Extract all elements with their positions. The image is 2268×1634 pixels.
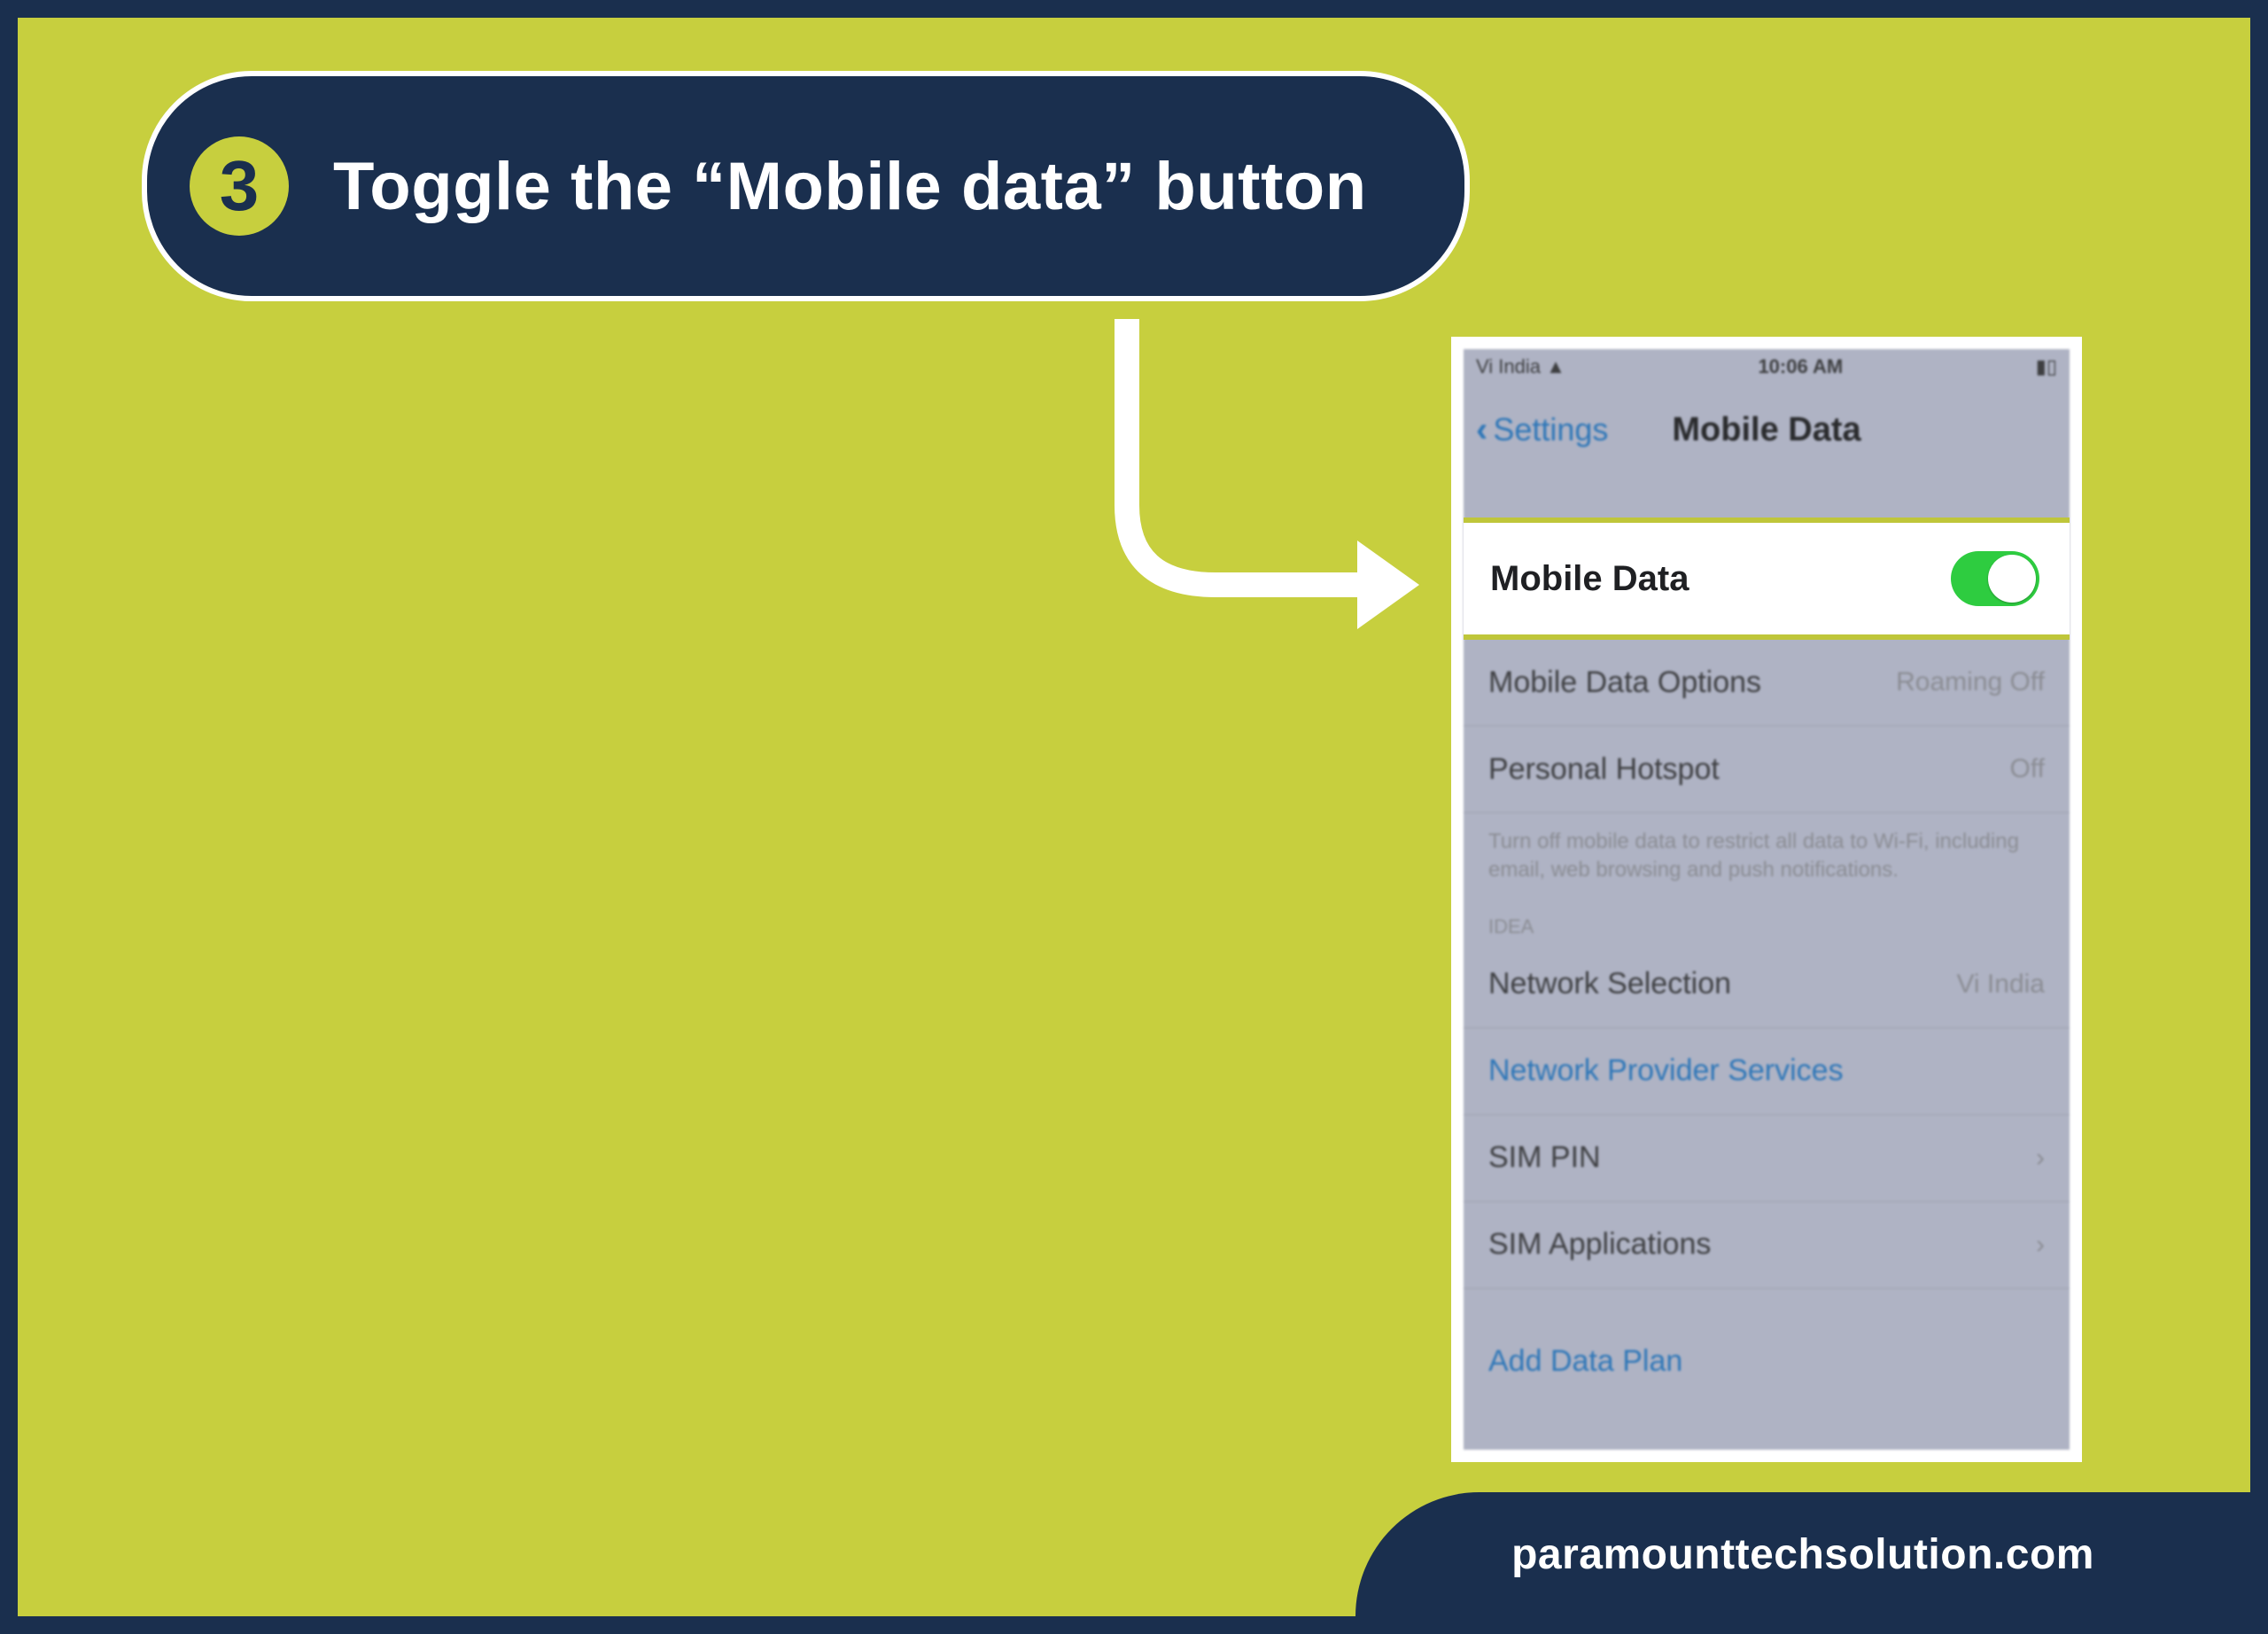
brand-footer: paramounttechsolution.com <box>1355 1492 2250 1616</box>
chevron-right-icon: › <box>2036 1143 2045 1173</box>
cell-value: Off <box>2010 754 2045 784</box>
mobile-data-label: Mobile Data <box>1490 559 1689 599</box>
settings-list: Mobile Data Options Roaming Off Personal… <box>1464 517 2070 1450</box>
clock: 10:06 AM <box>1758 355 1843 378</box>
status-bar: Vi India ▲ 10:06 AM ▮▯ <box>1464 349 2070 385</box>
row-network-selection[interactable]: Network Selection Vi India <box>1464 942 2070 1029</box>
step-header: 3 Toggle the “Mobile data” button <box>142 71 1470 301</box>
row-provider-services[interactable]: Network Provider Services <box>1464 1029 2070 1116</box>
row-mobile-data-toggle[interactable]: Mobile Data <box>1464 517 2070 640</box>
battery-icon: ▮▯ <box>2036 355 2057 378</box>
cell-label: Network Provider Services <box>1488 1054 1844 1088</box>
nav-title: Mobile Data <box>1464 411 2070 449</box>
cell-label: Personal Hotspot <box>1488 752 1720 787</box>
cell-label: Network Selection <box>1488 967 1731 1001</box>
arrow-icon <box>1100 319 1437 647</box>
phone-blurred-bg: Vi India ▲ 10:06 AM ▮▯ ‹ Settings Mobile… <box>1464 349 2070 1450</box>
cell-label: SIM Applications <box>1488 1227 1711 1262</box>
row-sim-applications[interactable]: SIM Applications › <box>1464 1202 2070 1289</box>
cell-label: Mobile Data Options <box>1488 665 1761 700</box>
cell-value: Roaming Off <box>1896 667 2045 697</box>
phone-screenshot: Vi India ▲ 10:06 AM ▮▯ ‹ Settings Mobile… <box>1451 337 2082 1462</box>
row-personal-hotspot[interactable]: Personal Hotspot Off <box>1464 727 2070 813</box>
step-number-badge: 3 <box>190 136 289 236</box>
tutorial-slide: 3 Toggle the “Mobile data” button Vi Ind… <box>0 0 2268 1634</box>
cell-label: SIM PIN <box>1488 1140 1601 1175</box>
row-mobile-data-options[interactable]: Mobile Data Options Roaming Off <box>1464 640 2070 727</box>
brand-url: paramounttechsolution.com <box>1511 1530 2094 1579</box>
toggle-switch[interactable] <box>1951 551 2039 606</box>
step-title: Toggle the “Mobile data” button <box>333 148 1367 225</box>
cell-value: Vi India <box>1956 969 2045 1000</box>
chevron-right-icon: › <box>2036 1230 2045 1260</box>
row-add-data-plan[interactable]: Add Data Plan <box>1464 1325 2070 1398</box>
nav-bar: ‹ Settings Mobile Data <box>1464 386 2070 473</box>
help-note: Turn off mobile data to restrict all dat… <box>1464 813 2070 908</box>
row-sim-pin[interactable]: SIM PIN › <box>1464 1116 2070 1202</box>
carrier-section-label: IDEA <box>1464 908 2070 942</box>
carrier-label: Vi India ▲ <box>1476 355 1565 378</box>
